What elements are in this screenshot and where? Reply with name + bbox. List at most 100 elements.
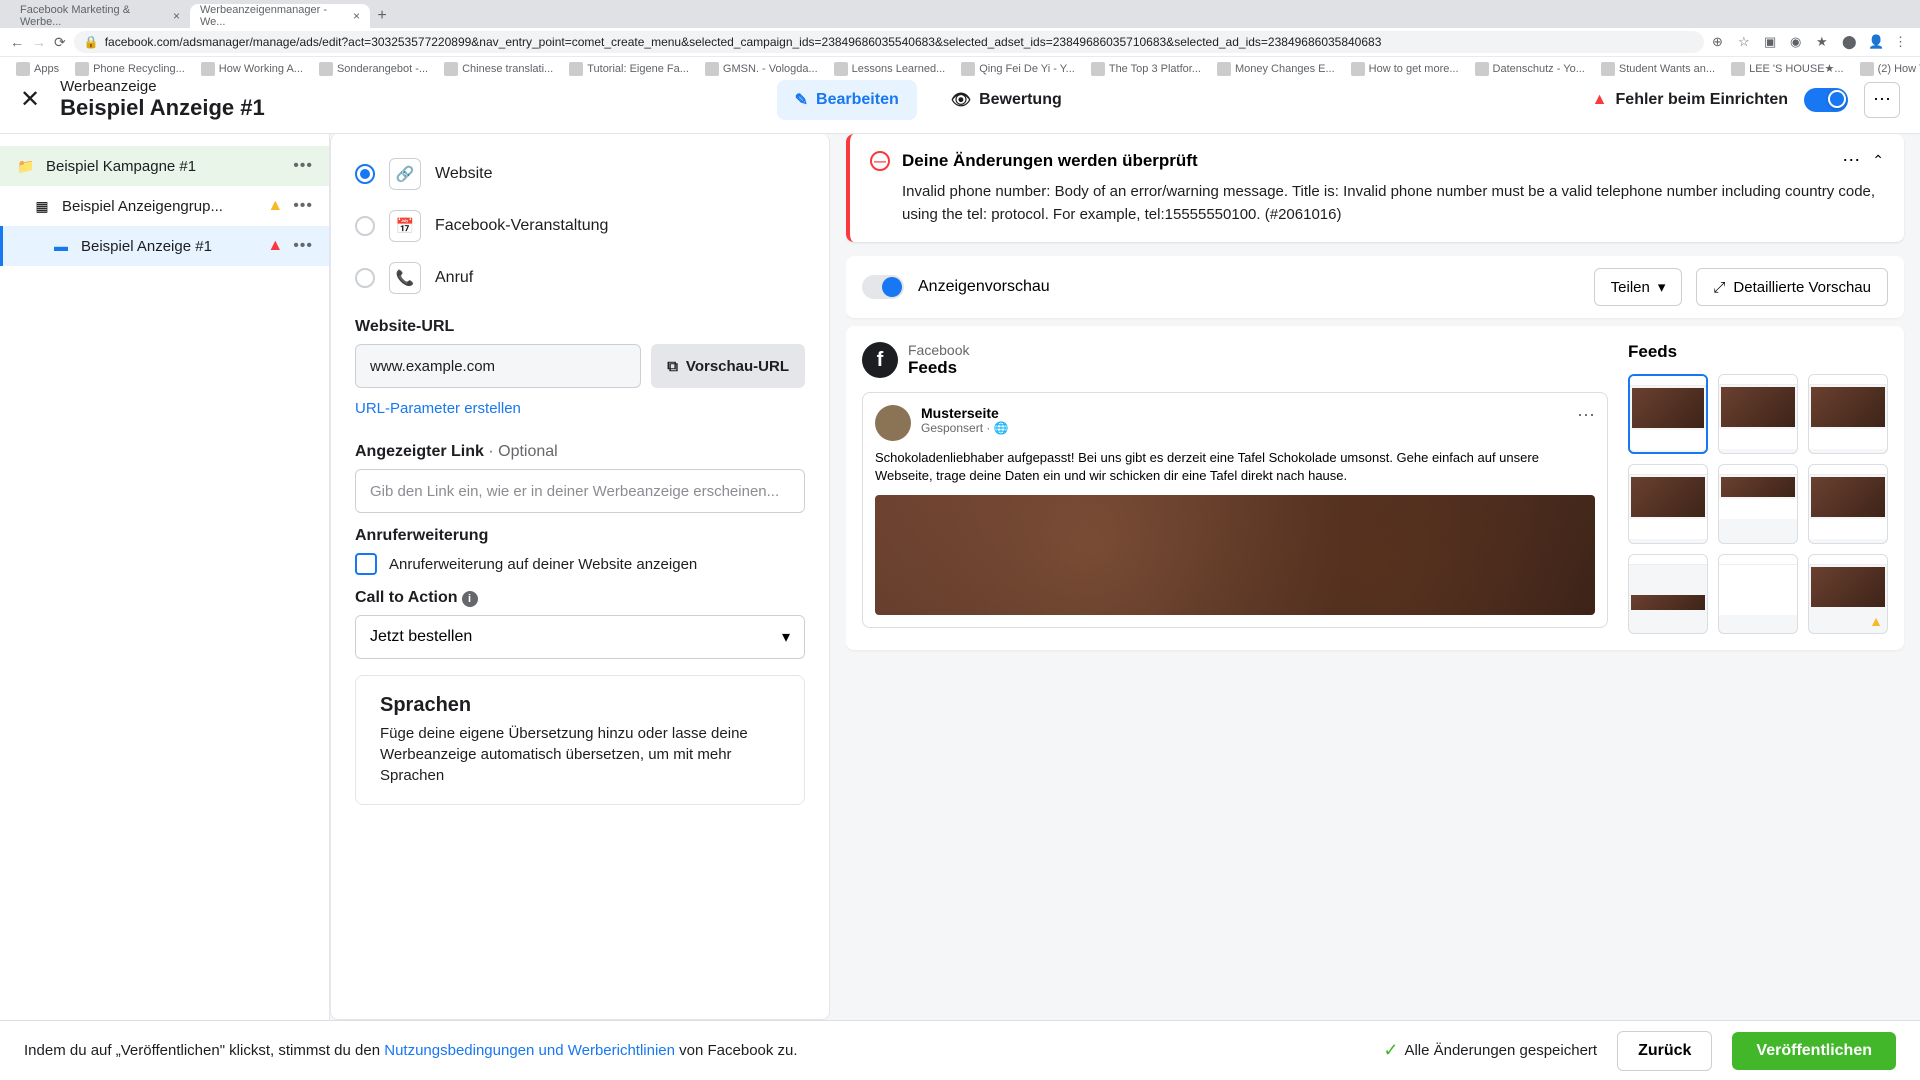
sidebar-item-ad[interactable]: ▬ Beispiel Anzeige #1 ▲ ••• — [0, 226, 329, 266]
bookmark[interactable]: Money Changes E... — [1211, 60, 1341, 78]
pencil-icon: ✎ — [795, 90, 808, 110]
destination-call[interactable]: 📞 Anruf — [355, 252, 805, 304]
placement-thumb[interactable] — [1718, 464, 1798, 544]
preview-url-button[interactable]: ⧉ Vorschau-URL — [651, 344, 805, 388]
star-icon[interactable]: ☆ — [1738, 34, 1754, 50]
review-tab[interactable]: 👁Bewertung — [933, 80, 1080, 120]
reload-icon[interactable]: ⟳ — [54, 34, 66, 51]
post-text: Schokoladenliebhaber aufgepasst! Bei uns… — [875, 449, 1595, 485]
saved-status: ✓Alle Änderungen gespeichert — [1383, 1040, 1597, 1061]
bookmark-icon — [1351, 62, 1365, 76]
browser-tab[interactable]: Facebook Marketing & Werbe...× — [10, 4, 190, 28]
back-button[interactable]: Zurück — [1617, 1031, 1712, 1071]
preview-right: Feeds ▲ — [1628, 342, 1888, 634]
bookmark[interactable]: Student Wants an... — [1595, 60, 1721, 78]
bookmark[interactable]: Chinese translati... — [438, 60, 559, 78]
sidebar-item-adset[interactable]: ▦ Beispiel Anzeigengrup... ▲ ••• — [0, 186, 329, 226]
more-icon[interactable]: ⋯ — [1842, 150, 1860, 171]
placement-thumb[interactable] — [1808, 464, 1888, 544]
post-more-icon[interactable]: ⋯ — [1577, 405, 1595, 441]
placement-thumb[interactable] — [1808, 374, 1888, 454]
content-area: 🔗 Website 📅 Facebook-Veranstaltung 📞 Anr… — [330, 134, 1920, 1020]
bookmark[interactable]: How Working A... — [195, 60, 309, 78]
bookmark[interactable]: Qing Fei De Yi - Y... — [955, 60, 1081, 78]
share-button[interactable]: Teilen▾ — [1594, 268, 1683, 306]
zoom-icon[interactable]: ⊕ — [1712, 34, 1728, 50]
url-params-link[interactable]: URL-Parameter erstellen — [355, 400, 521, 417]
bookmark[interactable]: (2) How To Add A... — [1854, 60, 1920, 78]
destination-website[interactable]: 🔗 Website — [355, 148, 805, 200]
bookmark-icon — [1091, 62, 1105, 76]
bookmark-icon — [569, 62, 583, 76]
cta-select[interactable]: Jetzt bestellen▾ — [355, 615, 805, 659]
lock-icon: 🔒 — [84, 35, 99, 49]
call-ext-label: Anruferweiterung — [355, 527, 805, 545]
close-icon[interactable]: × — [173, 9, 180, 23]
item-label: Beispiel Anzeigengrup... — [62, 198, 257, 215]
eye-icon: 👁 — [951, 90, 971, 110]
error-header[interactable]: — Deine Änderungen werden überprüft ⋯ ⌃ — [870, 150, 1884, 171]
placement-thumb[interactable] — [1628, 554, 1708, 634]
url-text: facebook.com/adsmanager/manage/ads/edit?… — [105, 35, 1382, 49]
terms-link[interactable]: Nutzungsbedingungen und Werberichtlinien — [384, 1042, 675, 1059]
display-link-input[interactable] — [355, 469, 805, 513]
lang-title: Sprachen — [380, 694, 780, 717]
website-url-input[interactable] — [355, 344, 641, 388]
folder-icon: 📁 — [16, 156, 36, 176]
active-toggle[interactable] — [1804, 88, 1848, 112]
ext-icon[interactable]: ★ — [1816, 34, 1832, 50]
new-tab-button[interactable]: + — [370, 4, 394, 28]
placement-thumb[interactable] — [1718, 374, 1798, 454]
feeds-title: Feeds — [1628, 342, 1888, 362]
bookmark[interactable]: The Top 3 Platfor... — [1085, 60, 1207, 78]
placement-thumb[interactable] — [1628, 464, 1708, 544]
profile-icon[interactable]: 👤 — [1868, 34, 1884, 50]
detailed-preview-button[interactable]: ⤢Detaillierte Vorschau — [1696, 268, 1888, 306]
bookmark[interactable]: Sonderangebot -... — [313, 60, 434, 78]
bookmark[interactable]: Apps — [10, 60, 65, 78]
bookmark[interactable]: Datenschutz - Yo... — [1469, 60, 1591, 78]
chevron-down-icon: ▾ — [782, 627, 790, 647]
bookmark[interactable]: GMSN. - Vologda... — [699, 60, 824, 78]
more-button[interactable]: ⋯ — [1864, 82, 1900, 118]
external-link-icon: ⧉ — [667, 358, 678, 375]
bookmark[interactable]: LEE 'S HOUSE★... — [1725, 60, 1850, 78]
bookmark[interactable]: How to get more... — [1345, 60, 1465, 78]
call-ext-checkbox[interactable] — [355, 553, 377, 575]
bookmark[interactable]: Phone Recycling... — [69, 60, 191, 78]
radio-button[interactable] — [355, 268, 375, 288]
menu-icon[interactable]: ⋮ — [1894, 34, 1910, 50]
close-icon[interactable]: × — [353, 9, 360, 23]
preview-bar: Anzeigenvorschau Teilen▾ ⤢Detaillierte V… — [846, 256, 1904, 318]
ext-icon[interactable]: ◉ — [1790, 34, 1806, 50]
radio-label: Website — [435, 165, 493, 183]
sidebar-item-campaign[interactable]: 📁 Beispiel Kampagne #1 ••• — [0, 146, 329, 186]
expand-icon: ⤢ — [1713, 279, 1725, 296]
button-label: Vorschau-URL — [686, 358, 789, 375]
ad-icon: ▬ — [51, 236, 71, 256]
chevron-up-icon[interactable]: ⌃ — [1872, 152, 1884, 169]
item-label: Beispiel Kampagne #1 — [46, 158, 283, 175]
ext-icon[interactable]: ⬤ — [1842, 34, 1858, 50]
edit-tab[interactable]: ✎Bearbeiten — [777, 80, 917, 120]
radio-button[interactable] — [355, 216, 375, 236]
bookmark[interactable]: Lessons Learned... — [828, 60, 952, 78]
ext-icon[interactable]: ▣ — [1764, 34, 1780, 50]
publish-button[interactable]: Veröffentlichen — [1732, 1032, 1896, 1070]
info-icon[interactable]: i — [462, 591, 478, 607]
back-icon[interactable]: ← — [10, 34, 24, 51]
placement-thumb[interactable] — [1718, 554, 1798, 634]
more-icon[interactable]: ••• — [293, 197, 313, 215]
destination-event[interactable]: 📅 Facebook-Veranstaltung — [355, 200, 805, 252]
radio-button[interactable] — [355, 164, 375, 184]
preview-toggle[interactable] — [862, 275, 904, 299]
forward-icon[interactable]: → — [32, 34, 46, 51]
bookmark[interactable]: Tutorial: Eigene Fa... — [563, 60, 695, 78]
placement-thumb[interactable]: ▲ — [1808, 554, 1888, 634]
url-field[interactable]: 🔒 facebook.com/adsmanager/manage/ads/edi… — [74, 31, 1704, 53]
more-icon[interactable]: ••• — [293, 237, 313, 255]
more-icon[interactable]: ••• — [293, 157, 313, 175]
placement-thumb[interactable] — [1628, 374, 1708, 454]
close-button[interactable]: ✕ — [20, 85, 40, 114]
browser-tab-active[interactable]: Werbeanzeigenmanager - We...× — [190, 4, 370, 28]
